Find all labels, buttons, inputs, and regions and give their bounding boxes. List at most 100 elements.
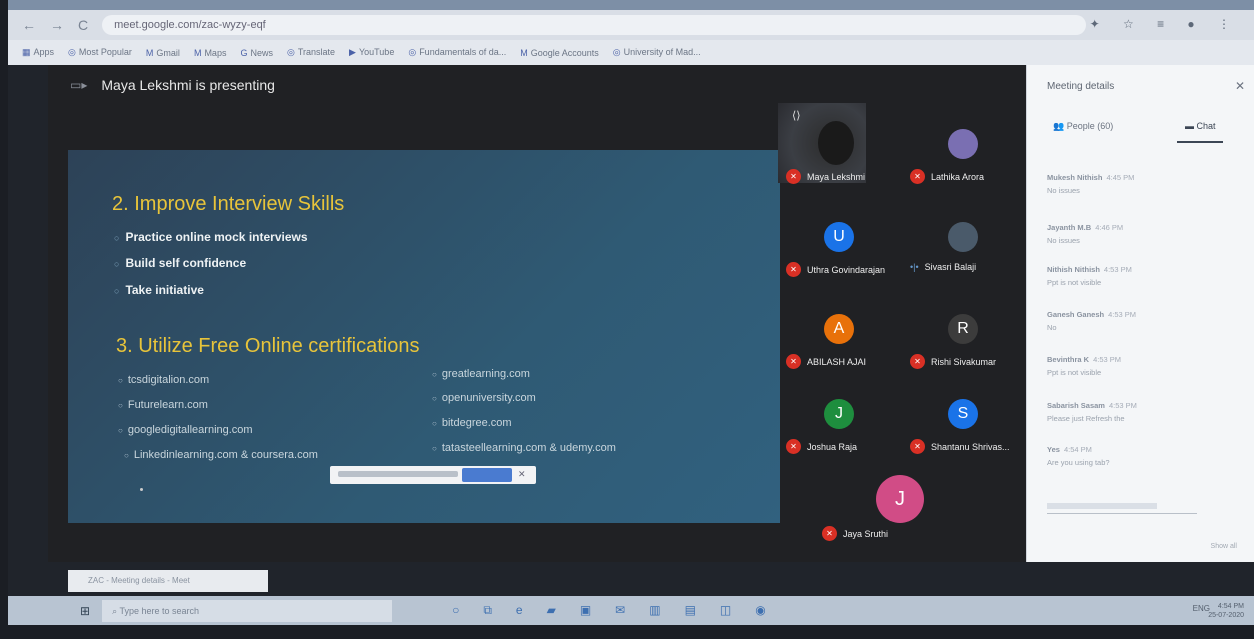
- avatar: [948, 129, 978, 159]
- presentation-slide: 2. Improve Interview Skills Practice onl…: [68, 150, 780, 523]
- back-icon[interactable]: ←: [22, 17, 36, 33]
- participant-tile[interactable]: ✕ Maya Lekshmi: [786, 117, 906, 187]
- chrome-icon[interactable]: ◉: [755, 603, 765, 618]
- participant-name-row: ✕ Joshua Raja: [786, 439, 857, 454]
- browser-toolbar-icons[interactable]: ✦ ☆ ≡ ● ⋮: [1090, 17, 1240, 31]
- chat-message: Jayanth M.B 4:46 PM No issues: [1047, 223, 1124, 245]
- participant-name-row: •|• Sivasri Balaji: [910, 262, 977, 272]
- bookmark-item[interactable]: M Gmail: [146, 48, 180, 58]
- avatar: S: [948, 399, 978, 429]
- show-all-button[interactable]: Show all: [1211, 543, 1237, 550]
- active-tab-indicator: [1177, 141, 1223, 143]
- tab-strip[interactable]: [8, 0, 1254, 10]
- mail-icon[interactable]: ✉: [615, 603, 625, 618]
- bookmark-item[interactable]: ◎ Fundamentals of da...: [408, 47, 506, 58]
- chat-input-underline: [1047, 513, 1197, 514]
- cortana-icon[interactable]: ○: [452, 603, 459, 618]
- chat-input[interactable]: [1047, 503, 1157, 509]
- participant-tile[interactable]: A ✕ ABILASH AJAI: [786, 302, 906, 372]
- clock[interactable]: 4:54 PM 25-07-2020: [1208, 602, 1244, 620]
- people-icon: 👥: [1053, 121, 1067, 131]
- bookmark-item[interactable]: G News: [240, 48, 273, 58]
- slide-section-title: 3. Utilize Free Online certifications: [116, 335, 420, 357]
- chat-message: Yes 4:54 PM Are you using tab?: [1047, 445, 1110, 467]
- participant-tile[interactable]: R ✕ Rishi Sivakumar: [910, 302, 1030, 372]
- participant-tile[interactable]: J ✕ Jaya Sruthi: [818, 465, 968, 545]
- forward-icon[interactable]: →: [50, 17, 64, 33]
- participant-tile[interactable]: S ✕ Shantanu Shrivas...: [910, 387, 1030, 457]
- outlook-icon[interactable]: ◫: [720, 603, 731, 618]
- slide-link: tatasteellearning.com & udemy.com: [432, 442, 616, 454]
- avatar: U: [824, 222, 854, 252]
- meeting-details-panel: Meeting details ✕ 👥 People (60) ▬ Chat M…: [1026, 65, 1254, 562]
- slide-bullet: Take initiative: [114, 283, 203, 297]
- bookmark-item[interactable]: ◎ Most Popular: [68, 47, 132, 58]
- participant-tile[interactable]: U ✕ Uthra Govindarajan: [786, 210, 906, 280]
- mic-off-icon: ✕: [910, 354, 925, 369]
- slide-link: tcsdigitalion.com: [118, 374, 209, 386]
- globe-icon: ◎: [612, 47, 621, 57]
- bookmark-item[interactable]: ◎ University of Mad...: [613, 47, 701, 58]
- bookmark-item[interactable]: ▦ Apps: [22, 47, 54, 58]
- chat-message: Ganesh Ganesh 4:53 PM No: [1047, 310, 1137, 332]
- present-icon: ▭▸: [70, 78, 88, 92]
- bookmark-item[interactable]: M Google Accounts: [520, 48, 599, 58]
- participant-name-row: ✕ Jaya Sruthi: [822, 526, 888, 541]
- slide-link: bitdegree.com: [432, 417, 512, 429]
- participant-tile[interactable]: J ✕ Joshua Raja: [786, 387, 906, 457]
- slide-link: googledigitallearning.com: [118, 424, 253, 436]
- participant-name-row: ✕ Maya Lekshmi: [786, 169, 865, 184]
- stop-sharing-button[interactable]: [462, 468, 512, 482]
- slide-link: openuniversity.com: [432, 392, 536, 404]
- taskbar-apps: ○ ⧉ e ▰ ▣ ✉ ▥ ▤ ◫ ◉: [452, 603, 766, 618]
- word-icon[interactable]: ▤: [685, 603, 696, 618]
- apps-icon: ▦: [22, 47, 31, 57]
- bookmark-item[interactable]: M Maps: [194, 48, 227, 58]
- google-icon: G: [240, 47, 248, 58]
- participant-tile[interactable]: ✕ Lathika Arora: [910, 117, 1030, 187]
- avatar: J: [876, 475, 924, 523]
- bookmark-item[interactable]: ◎ Translate: [287, 47, 335, 58]
- chat-message: Bevinthra K 4:53 PM Ppt is not visible: [1047, 355, 1122, 377]
- slide-link: Linkedinlearning.com & coursera.com: [124, 449, 318, 461]
- bookmark-item[interactable]: ▶ YouTube: [349, 47, 394, 58]
- participant-name-row: ✕ ABILASH AJAI: [786, 354, 866, 369]
- chat-message: Sabarish Sasam 4:53 PM Please just Refresh…: [1047, 401, 1137, 423]
- mic-off-icon: ✕: [786, 262, 801, 277]
- folder-icon[interactable]: ▰: [547, 603, 556, 618]
- mic-off-icon: ✕: [822, 526, 837, 541]
- tab-people[interactable]: 👥 People (60): [1053, 121, 1113, 132]
- participant-tile[interactable]: •|• Sivasri Balaji: [910, 210, 1030, 280]
- slide-bullet: Practice online mock interviews: [114, 230, 307, 244]
- store-icon[interactable]: ▣: [580, 603, 591, 618]
- slide-link: Futurelearn.com: [118, 399, 208, 411]
- mic-off-icon: ✕: [910, 169, 925, 184]
- pinned-window-preview[interactable]: ZAC - Meeting details - Meet: [68, 570, 268, 592]
- tab-chat[interactable]: ▬ Chat: [1185, 121, 1216, 131]
- url-field[interactable]: meet.google.com/zac-wyzy-eqf: [102, 15, 1087, 35]
- reload-icon[interactable]: C: [78, 17, 88, 33]
- windows-start-icon[interactable]: ⊞: [80, 604, 90, 618]
- office-icon[interactable]: ▥: [649, 603, 660, 618]
- edge-icon[interactable]: e: [516, 603, 523, 618]
- hide-notice-button[interactable]: ✕: [518, 469, 526, 480]
- chat-message: Mukesh Nithish 4:45 PM No issues: [1047, 173, 1135, 195]
- globe-icon: ◎: [68, 47, 76, 57]
- globe-icon: ◎: [286, 47, 295, 57]
- avatar: [948, 222, 978, 252]
- globe-icon: ◎: [408, 47, 417, 57]
- taskbar: ⊞ ⌕ Type here to search ○ ⧉ e ▰ ▣ ✉ ▥ ▤ …: [8, 596, 1254, 625]
- task-view-icon[interactable]: ⧉: [483, 603, 492, 618]
- address-bar-row: ← → C meet.google.com/zac-wyzy-eqf ✦ ☆ ≡…: [8, 10, 1254, 40]
- mic-off-icon: ✕: [786, 354, 801, 369]
- taskbar-search[interactable]: ⌕ Type here to search: [102, 599, 393, 622]
- share-notice-text: [338, 471, 458, 477]
- avatar: A: [824, 314, 854, 344]
- mic-off-icon: ✕: [786, 439, 801, 454]
- close-icon[interactable]: ✕: [1235, 79, 1245, 93]
- presenting-text: Maya Lekshmi is presenting: [101, 77, 275, 93]
- participant-name-row: ✕ Lathika Arora: [910, 169, 984, 184]
- participant-name-row: ✕ Shantanu Shrivas...: [910, 439, 1010, 454]
- screen: ← → C meet.google.com/zac-wyzy-eqf ✦ ☆ ≡…: [8, 0, 1254, 625]
- slide-dot: [140, 488, 143, 491]
